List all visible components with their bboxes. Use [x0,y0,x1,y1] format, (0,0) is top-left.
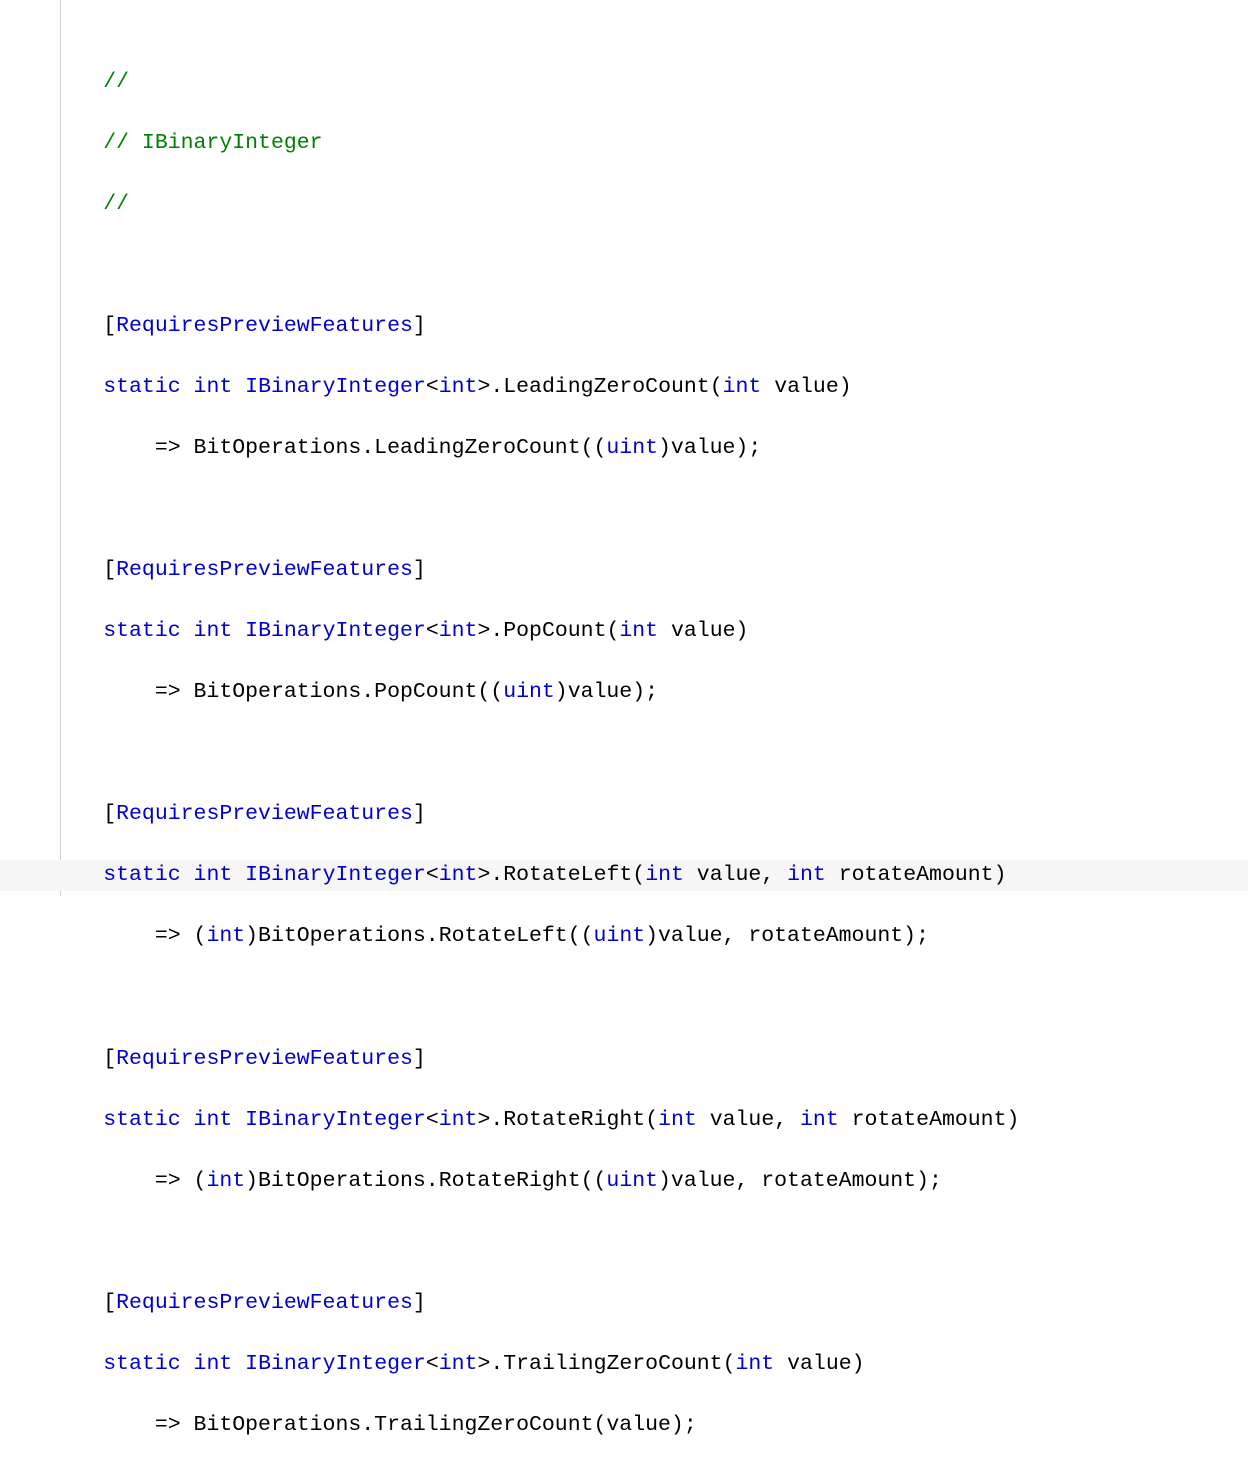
code-line [0,738,1248,769]
bracket: ] [413,558,426,582]
code-line: [RequiresPreviewFeatures] [0,1044,1248,1075]
code-line [0,250,1248,281]
code-line: [RequiresPreviewFeatures] [0,1288,1248,1319]
method-name: PopCount [503,619,606,643]
bracket: ] [413,314,426,338]
attribute: RequiresPreviewFeatures [116,314,413,338]
bracket: [ [103,1291,116,1315]
method-name: RotateRight [503,1108,645,1132]
keyword-int: int [194,375,233,399]
comment: // [103,192,129,216]
code-line: => (int)BitOperations.RotateRight((uint)… [0,1166,1248,1197]
comment: // IBinaryInteger [103,131,322,155]
bracket: [ [103,1047,116,1071]
attribute: RequiresPreviewFeatures [116,802,413,826]
interface-name: IBinaryInteger [245,375,426,399]
code-line: // [0,189,1248,220]
code-line [0,494,1248,525]
code-line [0,1227,1248,1258]
method-name: LeadingZeroCount [503,375,709,399]
bracket: ] [413,1047,426,1071]
code-line-highlighted: static int IBinaryInteger<int>.RotateLef… [0,860,1248,891]
arrow-body: => BitOperations.LeadingZeroCount(( [155,436,607,460]
bracket: [ [103,558,116,582]
code-line: [RequiresPreviewFeatures] [0,555,1248,586]
code-line: => BitOperations.PopCount((uint)value); [0,677,1248,708]
bracket: ] [413,802,426,826]
code-line: static int IBinaryInteger<int>.TrailingZ… [0,1349,1248,1380]
bracket: [ [103,314,116,338]
bracket: [ [103,802,116,826]
attribute: RequiresPreviewFeatures [116,1291,413,1315]
attribute: RequiresPreviewFeatures [116,558,413,582]
attribute: RequiresPreviewFeatures [116,1047,413,1071]
code-line: => BitOperations.LeadingZeroCount((uint)… [0,433,1248,464]
code-line: [RequiresPreviewFeatures] [0,311,1248,342]
code-line: => (int)BitOperations.RotateLeft((uint)v… [0,921,1248,952]
code-line [0,983,1248,1014]
code-line: static int IBinaryInteger<int>.LeadingZe… [0,372,1248,403]
keyword-static: static [103,375,180,399]
arrow-body: => BitOperations.PopCount(( [155,680,503,704]
code-editor: // // IBinaryInteger // [RequiresPreview… [0,0,1248,1471]
arrow-body: => BitOperations.TrailingZeroCount(value… [155,1413,697,1437]
code-line: // IBinaryInteger [0,128,1248,159]
code-line: => BitOperations.TrailingZeroCount(value… [0,1410,1248,1441]
code-line: [RequiresPreviewFeatures] [0,799,1248,830]
code-line: // [0,67,1248,98]
bracket: ] [413,1291,426,1315]
method-name: TrailingZeroCount [503,1352,722,1376]
code-line: static int IBinaryInteger<int>.RotateRig… [0,1105,1248,1136]
comment: // [103,70,129,94]
code-line: static int IBinaryInteger<int>.PopCount(… [0,616,1248,647]
method-name: RotateLeft [503,863,632,887]
